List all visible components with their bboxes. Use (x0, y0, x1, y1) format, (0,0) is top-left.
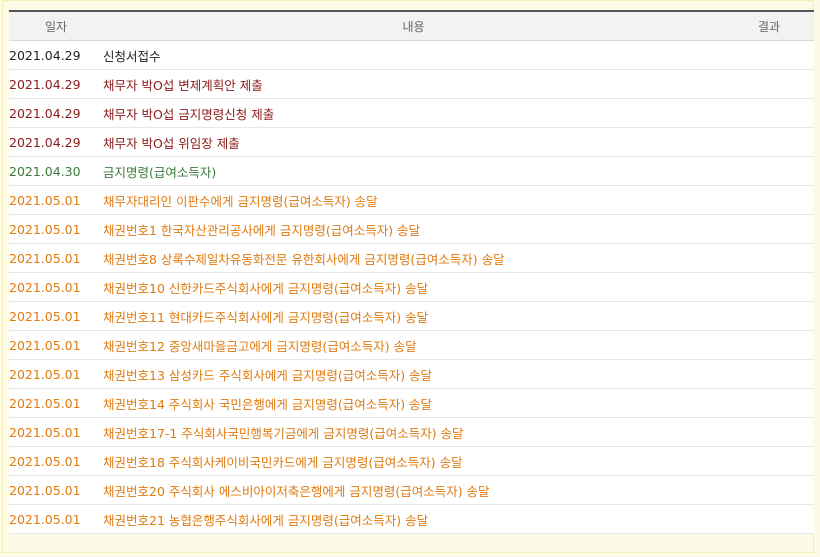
row-content: 채권번호18 주식회사케이비국민카드에게 금지명령(급여소득자) 송달 (103, 454, 463, 470)
table-body: 2021.04.29 신청서접수 2021.04.29 채무자 박O섭 변제계획안 제… (9, 41, 814, 534)
row-content: 채무자대리인 이판수에게 금지명령(급여소득자) 송달 (103, 193, 378, 209)
table-row: 2021.05.01 채권번호18 주식회사케이비국민카드에게 금지명령(급여소득… (9, 447, 814, 476)
result-column-header: 결과 (757, 19, 781, 34)
row-date: 2021.05.01 (9, 221, 81, 237)
table-row: 2021.05.01 채권번호17-1 주식회사국민행복기금에게 금지명령(급여소… (9, 418, 814, 447)
row-result (724, 215, 814, 244)
row-result (724, 41, 814, 70)
row-date: 2021.05.01 (9, 424, 81, 440)
progress-panel: 일자 내용 결과 2021.04.29 신청서접수 2021.04.29 채무자 박O… (2, 0, 814, 553)
row-date: 2021.05.01 (9, 279, 81, 295)
row-date: 2021.04.29 (9, 76, 81, 92)
row-result (724, 302, 814, 331)
table-row: 2021.04.30 금지명령(급여소득자) (9, 157, 814, 186)
row-date: 2021.05.01 (9, 511, 81, 527)
table-row: 2021.05.01 채권번호20 주식회사 에스비아이저축은행에게 금지명령(급… (9, 476, 814, 505)
row-date: 2021.04.30 (9, 163, 81, 179)
row-result (724, 331, 814, 360)
row-date: 2021.05.01 (9, 366, 81, 382)
row-result (724, 447, 814, 476)
row-result (724, 70, 814, 99)
row-date: 2021.05.01 (9, 337, 81, 353)
table-row: 2021.04.29 신청서접수 (9, 41, 814, 70)
row-content: 채권번호1 한국자산관리공사에게 금지명령(급여소득자) 송달 (103, 222, 421, 238)
table-row: 2021.05.01 채권번호14 주식회사 국민은행에게 금지명령(급여소득자)… (9, 389, 814, 418)
row-content: 신청서접수 (103, 48, 161, 64)
table-row: 2021.05.01 채권번호1 한국자산관리공사에게 금지명령(급여소득자) 송… (9, 215, 814, 244)
row-content: 채권번호21 농협은행주식회사에게 금지명령(급여소득자) 송달 (103, 512, 429, 528)
row-content: 채권번호8 상록수제일차유동화전문 유한회사에게 금지명령(급여소득자) 송달 (103, 251, 505, 267)
row-result (724, 128, 814, 157)
row-result (724, 389, 814, 418)
row-date: 2021.04.29 (9, 134, 81, 150)
row-date: 2021.04.29 (9, 105, 81, 121)
row-result (724, 360, 814, 389)
row-result (724, 273, 814, 302)
row-date: 2021.05.01 (9, 482, 81, 498)
row-date: 2021.05.01 (9, 308, 81, 324)
row-date: 2021.05.01 (9, 395, 81, 411)
case-progress-table: 일자 내용 결과 2021.04.29 신청서접수 2021.04.29 채무자 박O… (9, 10, 814, 534)
row-result (724, 99, 814, 128)
row-content: 채권번호13 삼성카드 주식회사에게 금지명령(급여소득자) 송달 (103, 367, 433, 383)
row-date: 2021.05.01 (9, 453, 81, 469)
row-result (724, 186, 814, 215)
row-result (724, 505, 814, 534)
table-row: 2021.05.01 채권번호10 신한카드주식회사에게 금지명령(급여소득자) … (9, 273, 814, 302)
row-date: 2021.05.01 (9, 250, 81, 266)
table-row: 2021.04.29 채무자 박O섭 금지명령신청 제출 (9, 99, 814, 128)
row-result (724, 418, 814, 447)
row-content: 채무자 박O섭 위임장 제출 (103, 135, 240, 151)
row-content: 채권번호11 현대카드주식회사에게 금지명령(급여소득자) 송달 (103, 309, 429, 325)
row-content: 채권번호20 주식회사 에스비아이저축은행에게 금지명령(급여소득자) 송달 (103, 483, 490, 499)
row-content: 채무자 박O섭 변제계획안 제출 (103, 77, 263, 93)
content-column-header: 내용 (402, 19, 425, 34)
row-result (724, 244, 814, 273)
row-content: 채권번호10 신한카드주식회사에게 금지명령(급여소득자) 송달 (103, 280, 429, 296)
row-content: 채권번호14 주식회사 국민은행에게 금지명령(급여소득자) 송달 (103, 396, 433, 412)
table-row: 2021.05.01 채권번호8 상록수제일차유동화전문 유한회사에게 금지명령(… (9, 244, 814, 273)
table-row: 2021.05.01 채무자대리인 이판수에게 금지명령(급여소득자) 송달 (9, 186, 814, 215)
row-date: 2021.04.29 (9, 47, 81, 63)
table-row: 2021.05.01 채권번호12 중앙새마을금고에게 금지명령(급여소득자) 송… (9, 331, 814, 360)
date-column-header: 일자 (44, 19, 68, 34)
table-row: 2021.05.01 채권번호21 농협은행주식회사에게 금지명령(급여소득자) … (9, 505, 814, 534)
table-row: 2021.04.29 채무자 박O섭 변제계획안 제출 (9, 70, 814, 99)
table-row: 2021.04.29 채무자 박O섭 위임장 제출 (9, 128, 814, 157)
table-row: 2021.05.01 채권번호13 삼성카드 주식회사에게 금지명령(급여소득자)… (9, 360, 814, 389)
table-header-row: 일자 내용 결과 (9, 11, 814, 41)
row-content: 채권번호12 중앙새마을금고에게 금지명령(급여소득자) 송달 (103, 338, 417, 354)
table-row: 2021.05.01 채권번호11 현대카드주식회사에게 금지명령(급여소득자) … (9, 302, 814, 331)
row-content: 채권번호17-1 주식회사국민행복기금에게 금지명령(급여소득자) 송달 (103, 425, 464, 441)
row-content: 채무자 박O섭 금지명령신청 제출 (103, 106, 275, 122)
row-date: 2021.05.01 (9, 192, 81, 208)
row-result (724, 476, 814, 505)
row-result (724, 157, 814, 186)
row-content: 금지명령(급여소득자) (103, 164, 217, 180)
